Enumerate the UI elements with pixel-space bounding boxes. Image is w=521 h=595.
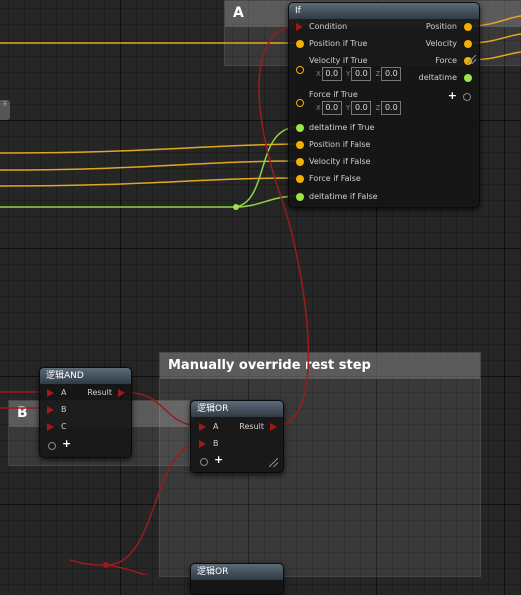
wire-velocity-false (0, 160, 299, 171)
reroute-node-bool[interactable] (103, 562, 109, 568)
or-add-pin-icon[interactable]: + (214, 453, 223, 466)
if-node-title: If (289, 3, 479, 19)
force-x-field[interactable]: 0.0 (321, 101, 342, 115)
wire-reroute-in (69, 559, 107, 566)
or-node-2[interactable]: 逻辑OR (190, 563, 284, 595)
deltatime-if-true-label: deltatime if True (309, 123, 375, 132)
force-z-field[interactable]: 0.0 (381, 101, 402, 115)
and-input-c-label: C (61, 422, 67, 431)
or-input-a-label: A (213, 422, 219, 431)
or-node-2-title: 逻辑OR (191, 564, 283, 580)
wire-position-false (0, 143, 299, 154)
velocity-if-true-vector: X 0.0 Y 0.0 Z 0.0 (316, 67, 403, 81)
velocity-if-false-label: Velocity if False (309, 157, 371, 166)
velocity-output-label: Velocity (425, 39, 457, 48)
force-y-field[interactable]: 0.0 (351, 101, 372, 115)
force-x-label: X (316, 104, 321, 112)
side-panel-handle[interactable]: ⠿ (0, 100, 10, 120)
position-output-label: Position (425, 22, 457, 31)
or-output-label: Result (239, 422, 264, 431)
resize-grip-icon[interactable] (467, 55, 476, 64)
position-if-false-label: Position if False (309, 140, 371, 149)
position-if-true-label: Position if True (309, 39, 368, 48)
wire-reroute-out (105, 564, 150, 575)
velocity-z-field[interactable]: 0.0 (381, 67, 402, 81)
deltatime-if-false-pin[interactable] (296, 193, 304, 201)
velocity-x-field[interactable]: 0.0 (321, 67, 342, 81)
velocity-x-label: X (316, 70, 321, 78)
and-node[interactable]: 逻辑AND A B C Result + (39, 367, 132, 458)
condition-pin[interactable] (296, 23, 303, 31)
and-input-b-label: B (61, 405, 67, 414)
or-resize-grip-icon[interactable] (269, 458, 278, 467)
or-output-pin[interactable] (270, 423, 277, 431)
force-z-label: Z (375, 104, 381, 112)
reroute-node-float[interactable] (233, 204, 239, 210)
condition-label: Condition (309, 22, 348, 31)
add-pin-socket-icon (463, 93, 471, 101)
if-node[interactable]: If Condition Position if True Velocity i… (288, 2, 480, 208)
and-input-c-pin[interactable] (47, 423, 54, 431)
deltatime-if-true-pin[interactable] (296, 124, 304, 132)
force-if-false-pin[interactable] (296, 175, 304, 183)
and-input-a-label: A (61, 388, 67, 397)
velocity-y-label: Y (346, 70, 351, 78)
or-input-b-pin[interactable] (199, 440, 206, 448)
wire-force-false (0, 177, 299, 187)
or-input-b-label: B (213, 439, 219, 448)
deltatime-if-false-label: deltatime if False (309, 192, 378, 201)
force-if-true-label: Force if True (309, 90, 358, 99)
and-input-a-pin[interactable] (47, 389, 54, 397)
wire-deltatime-false (0, 195, 299, 208)
or-node-title: 逻辑OR (191, 401, 283, 417)
deltatime-output-label: deltatime (418, 73, 457, 82)
wire-reroute-to-or-b (105, 442, 204, 566)
force-y-label: Y (346, 104, 351, 112)
and-add-pin-socket-icon (48, 442, 56, 450)
force-if-false-label: Force if False (309, 174, 361, 183)
force-output-label: Force (435, 56, 457, 65)
force-if-true-pin[interactable] (296, 99, 304, 107)
deltatime-output-pin[interactable] (464, 74, 472, 82)
velocity-if-true-pin[interactable] (296, 66, 304, 74)
position-output-pin[interactable] (464, 23, 472, 31)
and-node-title: 逻辑AND (40, 368, 131, 384)
and-output-pin[interactable] (118, 389, 125, 397)
velocity-z-label: Z (375, 70, 381, 78)
or-node[interactable]: 逻辑OR A B Result + (190, 400, 284, 473)
and-output-label: Result (87, 388, 112, 397)
velocity-if-true-label: Velocity if True (309, 56, 368, 65)
or-input-a-pin[interactable] (199, 423, 206, 431)
and-input-b-pin[interactable] (47, 406, 54, 414)
force-if-true-vector: X 0.0 Y 0.0 Z 0.0 (316, 101, 403, 115)
position-if-true-pin[interactable] (296, 40, 304, 48)
and-add-pin-icon[interactable]: + (62, 437, 71, 450)
position-if-false-pin[interactable] (296, 141, 304, 149)
or-add-pin-socket-icon (200, 458, 208, 466)
add-pin-icon[interactable]: + (448, 89, 457, 102)
velocity-y-field[interactable]: 0.0 (351, 67, 372, 81)
velocity-if-false-pin[interactable] (296, 158, 304, 166)
velocity-output-pin[interactable] (464, 40, 472, 48)
